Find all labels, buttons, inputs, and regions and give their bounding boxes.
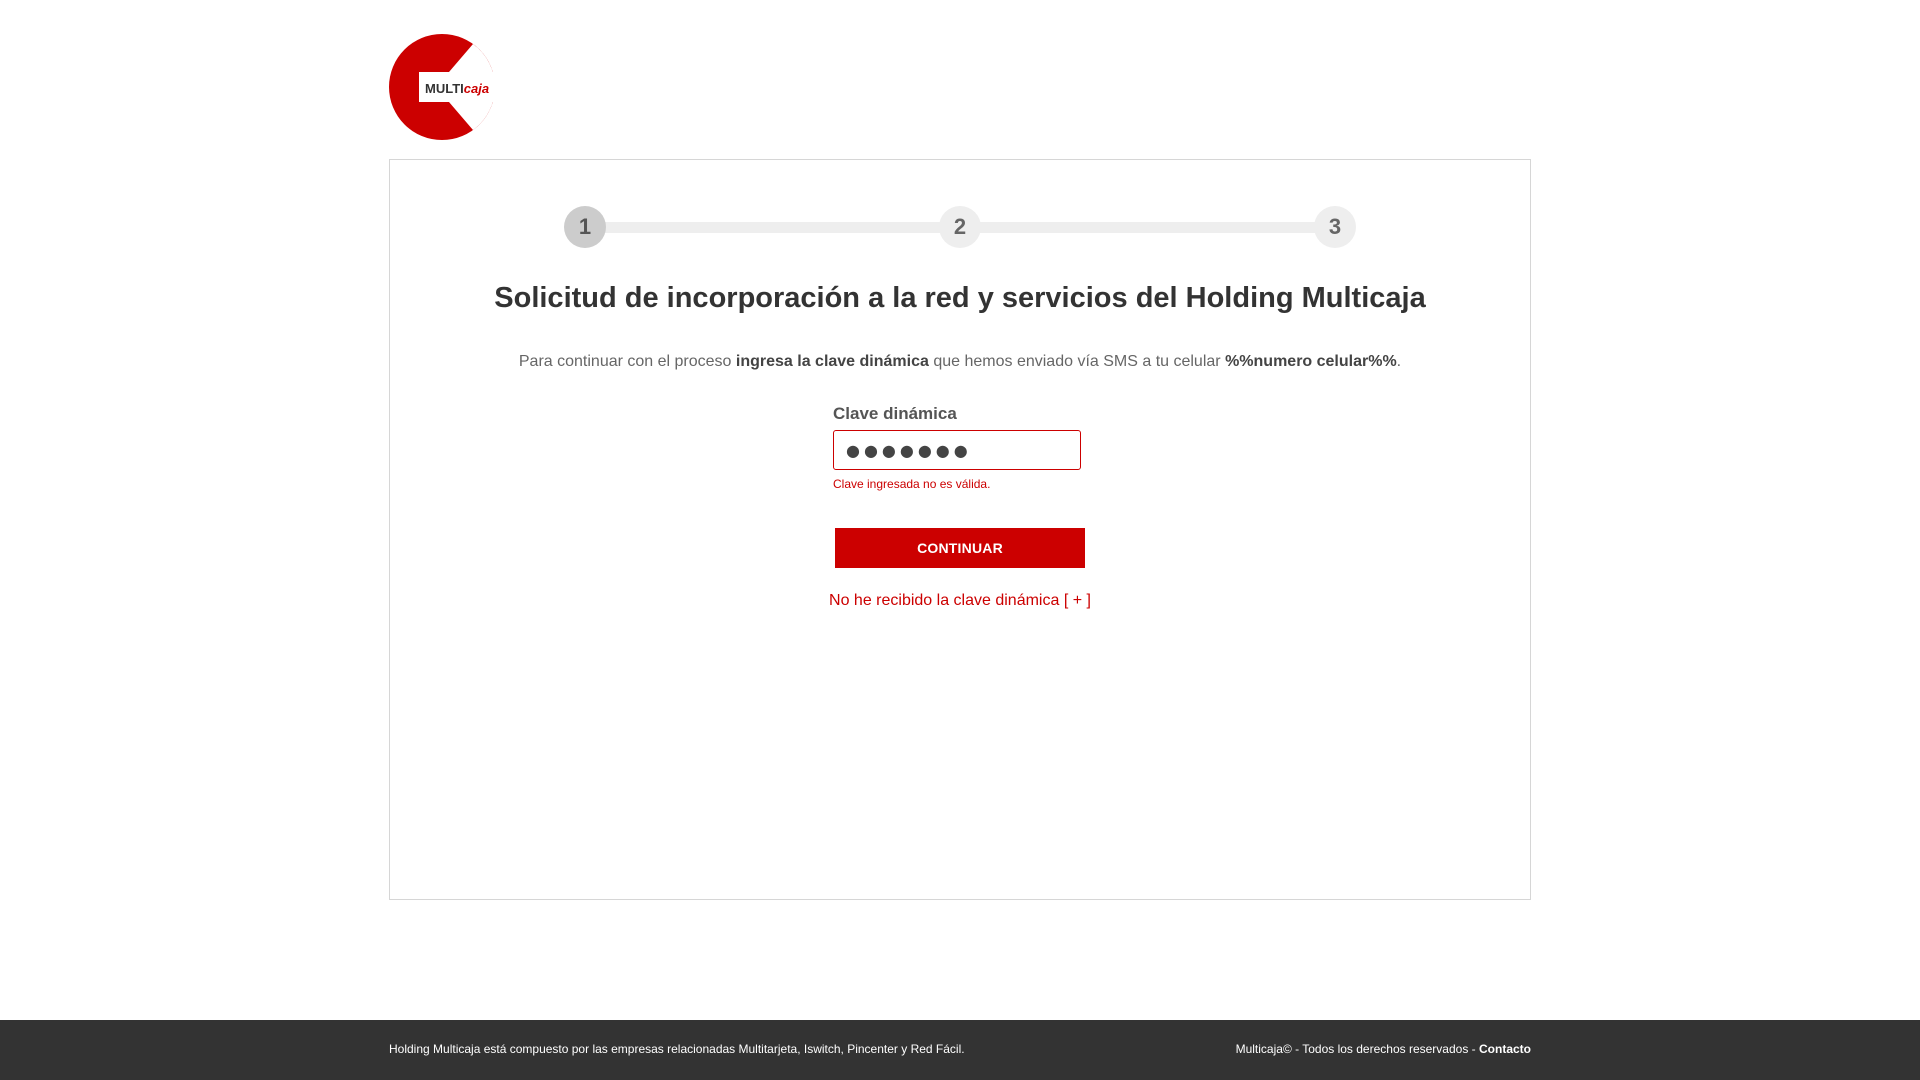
footer-rights: Multicaja© - Todos los derechos reservad…: [1236, 1042, 1531, 1056]
dynamic-key-label: Clave dinámica: [833, 404, 957, 423]
step-2: 2: [939, 206, 981, 248]
svg-text:MULTIcaja: MULTIcaja: [425, 81, 489, 96]
continue-button[interactable]: CONTINUAR: [835, 528, 1085, 568]
main-card: 1 2 3 Solicitud de incorporación a la re…: [389, 159, 1531, 900]
logo-text-multi: MULTI: [425, 81, 464, 96]
step-3: 3: [1314, 206, 1356, 248]
instruction-pre: Para continuar con el proceso: [518, 353, 736, 370]
footer-rights-text: Multicaja© - Todos los derechos reservad…: [1235, 1042, 1479, 1056]
footer: Holding Multicaja está compuesto por las…: [0, 1020, 1920, 1080]
instruction-text: Para continuar con el proceso ingresa la…: [390, 353, 1530, 371]
footer-contact-link[interactable]: Contacto: [1479, 1042, 1531, 1056]
instruction-mid: que hemos enviado vía SMS a tu celular: [928, 353, 1226, 370]
dynamic-key-error: Clave ingresada no es válida.: [833, 477, 991, 491]
multicaja-logo[interactable]: MULTIcaja: [389, 34, 495, 140]
instruction-end: .: [1396, 353, 1402, 370]
instruction-bold-key: ingresa la clave dinámica: [735, 353, 929, 370]
logo-mark: MULTIcaja: [389, 34, 495, 140]
dynamic-key-input[interactable]: ●●●●●●●: [833, 430, 1081, 470]
logo-text-caja: caja: [464, 81, 489, 96]
resend-key-link[interactable]: No he recibido la clave dinámica [ + ]: [390, 592, 1530, 610]
footer-holding-text: Holding Multicaja está compuesto por las…: [389, 1042, 965, 1056]
instruction-bold-phone: %%numero celular%%: [1225, 353, 1397, 370]
page-title: Solicitud de incorporación a la red y se…: [494, 282, 1426, 314]
step-1: 1: [564, 206, 606, 248]
progress-stepper: 1 2 3: [564, 206, 1356, 248]
